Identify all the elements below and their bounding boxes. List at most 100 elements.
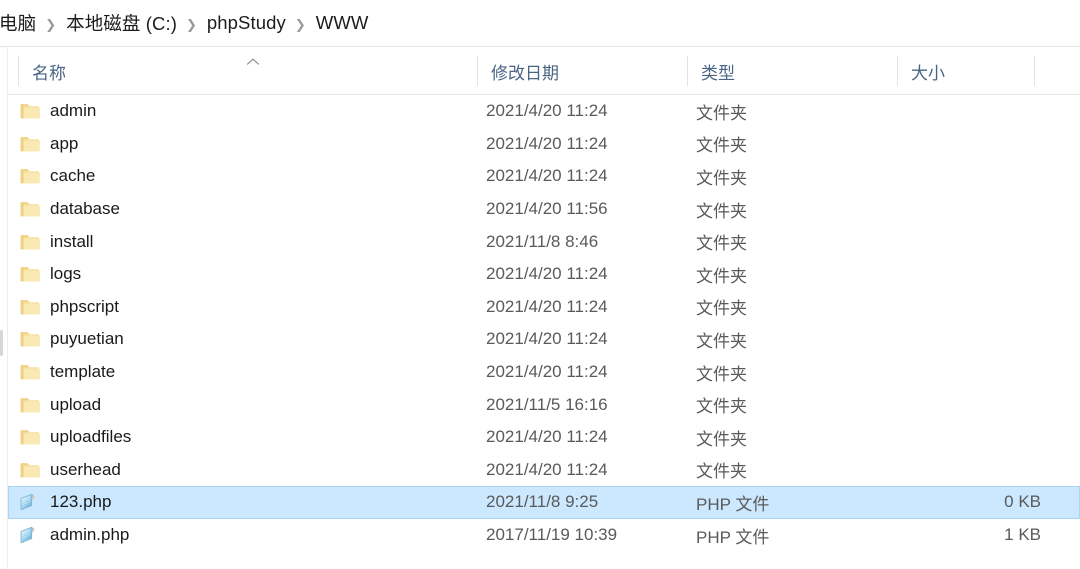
file-date-cell: 2021/4/20 11:24 bbox=[486, 133, 608, 153]
file-name-cell[interactable]: upload bbox=[19, 394, 474, 416]
left-pane-scrollbar-thumb[interactable] bbox=[0, 330, 3, 356]
breadcrumb-item[interactable]: 电脑 bbox=[0, 8, 39, 38]
column-header-date[interactable]: 修改日期 bbox=[477, 48, 687, 94]
file-row[interactable]: uploadfiles 2021/4/20 11:24 文件夹 bbox=[8, 421, 1080, 454]
file-name-label: puyuetian bbox=[50, 329, 124, 349]
file-date-cell: 2017/11/19 10:39 bbox=[486, 525, 618, 545]
column-divider[interactable] bbox=[18, 56, 19, 86]
file-name-cell[interactable]: admin.php bbox=[19, 524, 474, 546]
file-name-label: logs bbox=[50, 264, 82, 284]
file-size-cell: 1 KB bbox=[1004, 525, 1041, 545]
php-file-icon bbox=[19, 491, 41, 513]
file-row[interactable]: userhead 2021/4/20 11:24 文件夹 bbox=[8, 454, 1080, 487]
file-name-cell[interactable]: phpscript bbox=[19, 296, 474, 318]
file-name-label: phpscript bbox=[50, 296, 119, 316]
folder-icon bbox=[19, 133, 41, 155]
file-name-cell[interactable]: admin bbox=[19, 100, 474, 122]
folder-icon bbox=[19, 296, 41, 318]
column-divider[interactable] bbox=[477, 56, 478, 86]
file-name-label: admin bbox=[50, 101, 97, 121]
file-name-cell[interactable]: userhead bbox=[19, 459, 474, 481]
file-list[interactable]: admin 2021/4/20 11:24 文件夹 app 2021/4/20 11:2… bbox=[8, 95, 1080, 569]
breadcrumb-item[interactable]: 本地磁盘 (C:) bbox=[63, 8, 180, 38]
file-name-label: admin.php bbox=[50, 525, 130, 545]
breadcrumb-item[interactable]: WWW bbox=[313, 10, 372, 36]
column-divider[interactable] bbox=[687, 56, 688, 86]
file-name-cell[interactable]: app bbox=[19, 133, 474, 155]
folder-icon bbox=[19, 263, 41, 285]
file-row[interactable]: upload 2021/11/5 16:16 文件夹 bbox=[8, 388, 1080, 421]
file-name-label: 123.php bbox=[50, 492, 112, 512]
file-date-cell: 2021/4/20 11:24 bbox=[486, 427, 608, 447]
breadcrumb: 电脑 ❯ 本地磁盘 (C:) ❯ phpStudy ❯ WWW bbox=[0, 8, 371, 38]
file-date-cell: 2021/11/8 8:46 bbox=[486, 231, 599, 251]
column-header-date-label: 修改日期 bbox=[491, 63, 559, 83]
file-row[interactable]: app 2021/4/20 11:24 文件夹 bbox=[8, 128, 1080, 161]
file-date-cell: 2021/4/20 11:24 bbox=[486, 296, 608, 316]
file-name-cell[interactable]: uploadfiles bbox=[19, 426, 474, 448]
file-row[interactable]: cache 2021/4/20 11:24 文件夹 bbox=[8, 160, 1080, 193]
file-name-cell[interactable]: install bbox=[19, 231, 474, 253]
file-size-cell: 0 KB bbox=[1004, 492, 1041, 512]
file-date-cell: 2021/4/20 11:56 bbox=[486, 199, 608, 219]
file-row[interactable]: phpscript 2021/4/20 11:24 文件夹 bbox=[8, 291, 1080, 324]
folder-icon bbox=[19, 394, 41, 416]
column-header-name-label: 名称 bbox=[32, 63, 66, 83]
folder-icon bbox=[19, 165, 41, 187]
folder-icon bbox=[19, 426, 41, 448]
column-header-name[interactable]: 名称 bbox=[18, 48, 477, 94]
column-header-size[interactable]: 大小 bbox=[897, 48, 1042, 94]
file-type-cell: 文件夹 bbox=[696, 234, 747, 254]
file-name-cell[interactable]: puyuetian bbox=[19, 328, 474, 350]
breadcrumb-separator-icon: ❯ bbox=[45, 16, 57, 32]
file-row[interactable]: admin 2021/4/20 11:24 文件夹 bbox=[8, 95, 1080, 128]
column-header-type[interactable]: 类型 bbox=[687, 48, 897, 94]
file-row[interactable]: logs 2021/4/20 11:24 文件夹 bbox=[8, 258, 1080, 291]
file-type-cell: 文件夹 bbox=[696, 136, 747, 156]
folder-icon bbox=[19, 361, 41, 383]
file-type-cell: 文件夹 bbox=[696, 103, 747, 123]
folder-icon bbox=[19, 198, 41, 220]
file-row[interactable]: template 2021/4/20 11:24 文件夹 bbox=[8, 356, 1080, 389]
file-type-cell: 文件夹 bbox=[696, 429, 747, 449]
file-row[interactable]: admin.php 2017/11/19 10:39 PHP 文件 1 KB bbox=[8, 519, 1080, 552]
php-file-icon bbox=[19, 524, 41, 546]
breadcrumb-item[interactable]: phpStudy bbox=[204, 10, 289, 36]
file-row[interactable]: puyuetian 2021/4/20 11:24 文件夹 bbox=[8, 323, 1080, 356]
file-row[interactable]: database 2021/4/20 11:56 文件夹 bbox=[8, 193, 1080, 226]
file-type-cell: 文件夹 bbox=[696, 266, 747, 286]
file-name-label: install bbox=[50, 231, 94, 251]
file-name-cell[interactable]: cache bbox=[19, 165, 474, 187]
file-name-label: template bbox=[50, 362, 116, 382]
column-divider-end[interactable] bbox=[1034, 56, 1035, 86]
folder-icon bbox=[19, 328, 41, 350]
file-date-cell: 2021/4/20 11:24 bbox=[486, 362, 608, 382]
file-row[interactable]: install 2021/11/8 8:46 文件夹 bbox=[8, 225, 1080, 258]
file-type-cell: 文件夹 bbox=[696, 168, 747, 188]
file-type-cell: 文件夹 bbox=[696, 331, 747, 351]
file-name-label: uploadfiles bbox=[50, 427, 132, 447]
file-date-cell: 2021/4/20 11:24 bbox=[486, 329, 608, 349]
chevron-up-icon bbox=[246, 58, 260, 66]
column-header-row: 名称 修改日期 类型 大小 bbox=[8, 48, 1080, 95]
file-date-cell: 2021/11/5 16:16 bbox=[486, 394, 608, 414]
file-name-label: cache bbox=[50, 166, 96, 186]
file-type-cell: 文件夹 bbox=[696, 299, 747, 319]
file-name-cell[interactable]: logs bbox=[19, 263, 474, 285]
address-bar[interactable]: 电脑 ❯ 本地磁盘 (C:) ❯ phpStudy ❯ WWW bbox=[0, 0, 1080, 47]
folder-icon bbox=[19, 100, 41, 122]
file-explorer-window: 电脑 ❯ 本地磁盘 (C:) ❯ phpStudy ❯ WWW 名称 修改日期 类型 大小 … bbox=[0, 0, 1080, 569]
file-name-label: app bbox=[50, 133, 79, 153]
column-header-type-label: 类型 bbox=[701, 63, 735, 83]
column-divider[interactable] bbox=[897, 56, 898, 86]
folder-icon bbox=[19, 459, 41, 481]
file-name-cell[interactable]: 123.php bbox=[19, 491, 474, 513]
file-name-cell[interactable]: database bbox=[19, 198, 474, 220]
file-date-cell: 2021/11/8 9:25 bbox=[486, 492, 599, 512]
column-header-size-label: 大小 bbox=[911, 63, 945, 83]
file-type-cell: 文件夹 bbox=[696, 397, 747, 417]
file-row[interactable]: 123.php 2021/11/8 9:25 PHP 文件 0 KB bbox=[8, 486, 1080, 519]
file-name-cell[interactable]: template bbox=[19, 361, 474, 383]
file-date-cell: 2021/4/20 11:24 bbox=[486, 166, 608, 186]
file-name-label: database bbox=[50, 199, 120, 219]
